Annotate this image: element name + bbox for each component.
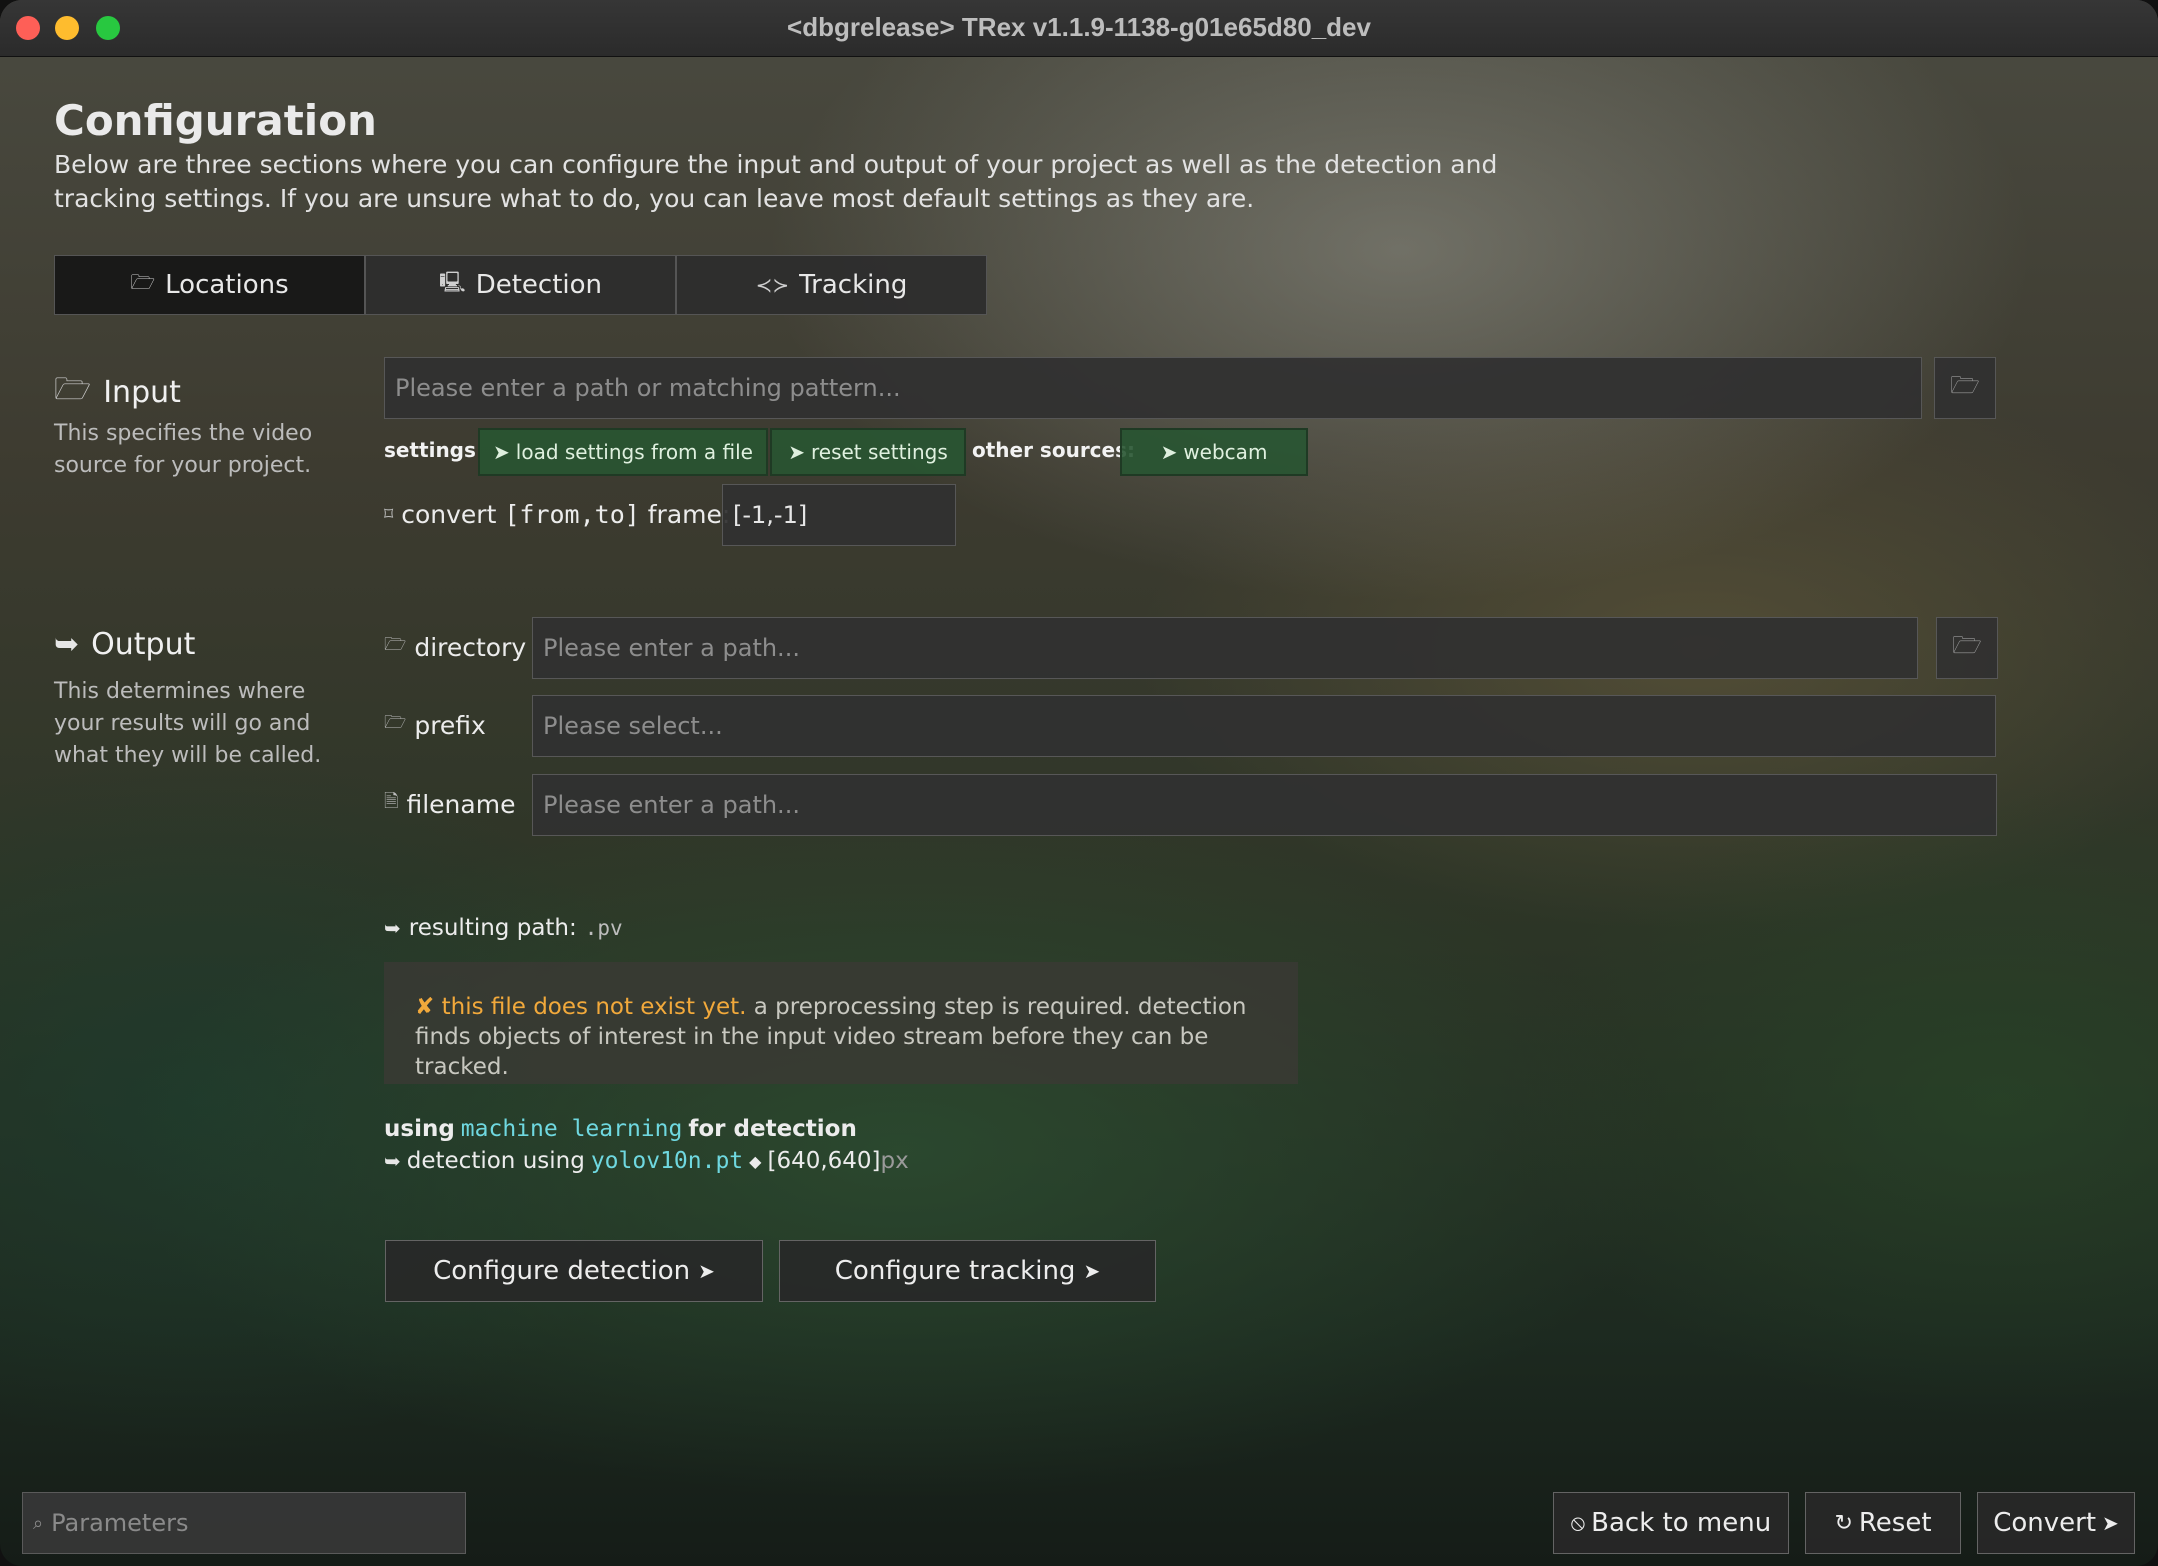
- using-label: using: [384, 1116, 455, 1142]
- output-arrow-icon: ➥: [54, 627, 80, 662]
- tab-locations[interactable]: 🗁 Locations: [54, 255, 365, 315]
- convert-label: Convert: [1993, 1508, 2097, 1538]
- folder-open-icon: 🗁: [1950, 370, 1980, 399]
- resulting-path-value: .pv: [584, 916, 623, 940]
- resolution-unit: px: [880, 1148, 909, 1174]
- prefix-label-text: prefix: [414, 710, 486, 740]
- input-heading-label: Input: [103, 375, 181, 410]
- load-settings-button[interactable]: ➤ load settings from a file: [478, 428, 768, 476]
- cross-icon: ✘: [415, 994, 435, 1020]
- settings-label: settings: [384, 438, 476, 462]
- configure-detection-button[interactable]: Configure detection ➤: [385, 1240, 763, 1302]
- output-heading: ➥ Output: [54, 627, 195, 662]
- prefix-label: 🗁 prefix: [384, 710, 486, 740]
- page-description: Below are three sections where you can c…: [54, 150, 1498, 213]
- tab-label: Tracking: [799, 270, 908, 300]
- detection-using-label: detection using: [406, 1148, 585, 1174]
- output-arrow-icon: ➥: [384, 916, 401, 940]
- configure-tracking-label: Configure tracking: [834, 1256, 1076, 1286]
- input-path-field[interactable]: Please enter a path or matching pattern.…: [384, 357, 1922, 419]
- file-missing-warning: this file does not exist yet.: [441, 994, 747, 1020]
- browse-input-button[interactable]: 🗁: [1934, 357, 1996, 419]
- directory-label: 🗁 directory: [384, 632, 526, 662]
- convert-label-text: convert: [401, 500, 505, 529]
- filename-field[interactable]: Please enter a path...: [532, 774, 1997, 836]
- chevron-right-icon: ➤: [788, 440, 805, 464]
- convert-button[interactable]: Convert ➤: [1977, 1492, 2135, 1554]
- tab-label: Detection: [475, 270, 602, 300]
- chevron-right-icon: ➤: [493, 440, 510, 464]
- tab-detection[interactable]: 🖳 Detection: [365, 255, 676, 315]
- file-icon: 🗎: [384, 791, 399, 812]
- resulting-path: ➥ resulting path: .pv: [384, 915, 623, 941]
- back-to-menu-label: Back to menu: [1591, 1508, 1772, 1538]
- folder-icon: 🗁: [130, 270, 156, 294]
- filename-label-text: filename: [406, 789, 516, 819]
- configure-tracking-button[interactable]: Configure tracking ➤: [779, 1240, 1156, 1302]
- ban-icon: ⦸: [1570, 1510, 1586, 1536]
- configure-detection-label: Configure detection: [433, 1256, 691, 1286]
- load-settings-label: load settings from a file: [515, 440, 753, 464]
- input-path-placeholder: Please enter a path or matching pattern.…: [395, 374, 901, 402]
- back-to-menu-button[interactable]: ⦸ Back to menu: [1553, 1492, 1789, 1554]
- prefix-placeholder: Please select...: [543, 712, 723, 740]
- chevron-right-icon: ➤: [2102, 1511, 2119, 1535]
- for-detection-label: for detection: [688, 1116, 857, 1142]
- detection-method-value: machine learning: [460, 1116, 683, 1142]
- tab-label: Locations: [165, 270, 289, 300]
- model-resolution: [640,640]: [767, 1148, 881, 1174]
- browse-directory-button[interactable]: 🗁: [1936, 617, 1998, 679]
- detection-method-line: using machine learning for detection: [384, 1116, 857, 1142]
- diamond-icon: ◆: [749, 1151, 762, 1171]
- prefix-select[interactable]: Please select...: [532, 695, 1996, 757]
- chevron-right-icon: ➤: [1083, 1259, 1101, 1283]
- reset-button[interactable]: ↻ Reset: [1805, 1492, 1961, 1554]
- refresh-icon: ↻: [1834, 1510, 1853, 1536]
- resulting-path-label: resulting path:: [408, 915, 577, 941]
- filename-label: 🗎 filename: [384, 789, 515, 819]
- other-sources-label: other sources:: [972, 438, 1135, 462]
- reset-settings-button[interactable]: ➤ reset settings: [770, 428, 966, 476]
- section-tabs: 🗁 Locations 🖳 Detection ≺≻ Tracking: [54, 255, 987, 315]
- reset-settings-label: reset settings: [810, 440, 948, 464]
- title-bar: <dbgrelease> TRex v1.1.9-1138-g01e65d80_…: [0, 0, 2158, 57]
- directory-placeholder: Please enter a path...: [543, 634, 800, 662]
- chevron-right-icon: ➤: [1160, 440, 1178, 464]
- input-description: This specifies the video source for your…: [54, 421, 313, 478]
- page-title: Configuration: [54, 96, 377, 145]
- parameters-search-field[interactable]: ⌕ Parameters: [22, 1492, 466, 1554]
- model-name: yolov10n.pt: [590, 1148, 744, 1174]
- folder-open-icon: 🗁: [54, 372, 92, 407]
- search-icon: ⌕: [33, 1512, 44, 1534]
- directory-label-text: directory: [414, 632, 527, 662]
- input-heading: 🗁 Input: [54, 367, 181, 418]
- webcam-button[interactable]: ➤ webcam: [1120, 428, 1308, 476]
- convert-frame-label: ⌑ convert [from,to] frame:: [384, 500, 730, 529]
- folder-open-icon: 🗁: [1952, 630, 1982, 659]
- folder-icon: 🗁: [384, 712, 407, 733]
- convert-label-suffix: frame:: [639, 500, 731, 529]
- parameters-placeholder: Parameters: [51, 1509, 189, 1537]
- reset-label: Reset: [1858, 1508, 1932, 1538]
- filename-placeholder: Please enter a path...: [543, 791, 800, 819]
- chevron-right-icon: ➤: [698, 1259, 715, 1283]
- convert-frame-value: [-1,-1]: [733, 501, 808, 529]
- range-icon: ⌑: [384, 504, 394, 525]
- directory-field[interactable]: Please enter a path...: [532, 617, 1918, 679]
- convert-label-code: [from,to]: [504, 500, 640, 529]
- detection-model-line: ➥ detection using yolov10n.pt ◆ [640,640…: [384, 1148, 909, 1174]
- file-status-notice: ✘ this file does not exist yet. a prepro…: [384, 962, 1298, 1084]
- output-description: This determines where your results will …: [54, 679, 322, 768]
- webcam-label: webcam: [1183, 440, 1268, 464]
- fish-icon: ≺≻: [755, 273, 790, 297]
- app-window: <dbgrelease> TRex v1.1.9-1138-g01e65d80_…: [0, 0, 2158, 1566]
- monitor-icon: 🖳: [439, 270, 466, 294]
- window-title: <dbgrelease> TRex v1.1.9-1138-g01e65d80_…: [787, 12, 1371, 42]
- tab-tracking[interactable]: ≺≻ Tracking: [676, 255, 987, 315]
- folder-icon: 🗁: [384, 634, 407, 655]
- output-heading-label: Output: [91, 627, 196, 662]
- convert-frame-field[interactable]: [-1,-1]: [722, 484, 956, 546]
- output-arrow-icon: ➥: [384, 1149, 401, 1173]
